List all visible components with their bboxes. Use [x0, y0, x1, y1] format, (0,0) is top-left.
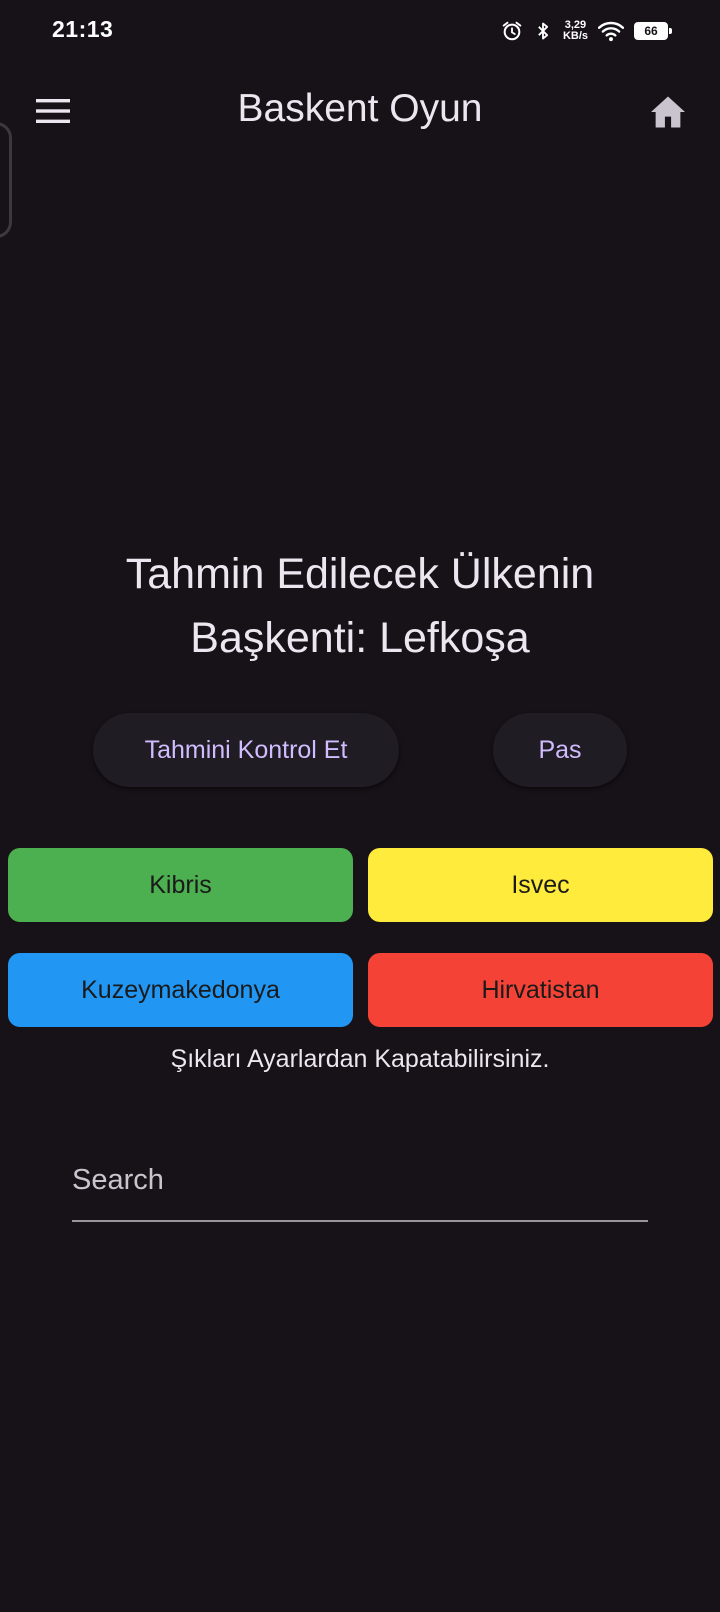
- question-line-2: Başkenti: Lefkoşa: [190, 614, 530, 662]
- home-icon: [651, 96, 685, 128]
- status-icons: 3,29 KB/s 66: [501, 16, 672, 46]
- alarm-icon: [502, 21, 522, 41]
- options-hint: Şıkları Ayarlardan Kapatabilirsiniz.: [170, 1045, 550, 1073]
- status-bar: 21:13 3,29 KB/s 66: [0, 0, 720, 62]
- check-guess-button[interactable]: Tahmini Kontrol Et: [93, 713, 399, 787]
- search-field: [72, 1150, 648, 1222]
- home-button[interactable]: [640, 84, 696, 140]
- edge-decoration: [0, 122, 12, 238]
- option-button-4[interactable]: Hirvatistan: [368, 953, 713, 1027]
- question-text: Tahmin Edilecek Ülkenin Başkenti: Lefkoş…: [60, 542, 660, 670]
- app-bar: Baskent Oyun: [0, 62, 720, 238]
- status-time: 21:13: [52, 16, 114, 42]
- option-button-2[interactable]: Isvec: [368, 848, 713, 922]
- search-input[interactable]: [72, 1150, 648, 1210]
- option-button-1[interactable]: Kibris: [8, 848, 353, 922]
- battery-level: 66: [644, 24, 658, 38]
- battery-icon: 66: [634, 22, 672, 40]
- app-title: Baskent Oyun: [237, 87, 483, 130]
- pass-button[interactable]: Pas: [493, 713, 627, 787]
- wifi-icon: [598, 21, 624, 42]
- bluetooth-icon: [538, 22, 549, 40]
- network-speed-unit: KB/s: [562, 30, 588, 42]
- network-speed: 3,29 KB/s: [563, 20, 588, 42]
- screen: 21:13 3,29 KB/s 66 Baskent Oyun Tahmin E…: [0, 0, 720, 1612]
- question-line-1: Tahmin Edilecek Ülkenin: [125, 550, 595, 598]
- option-button-3[interactable]: Kuzeymakedonya: [8, 953, 353, 1027]
